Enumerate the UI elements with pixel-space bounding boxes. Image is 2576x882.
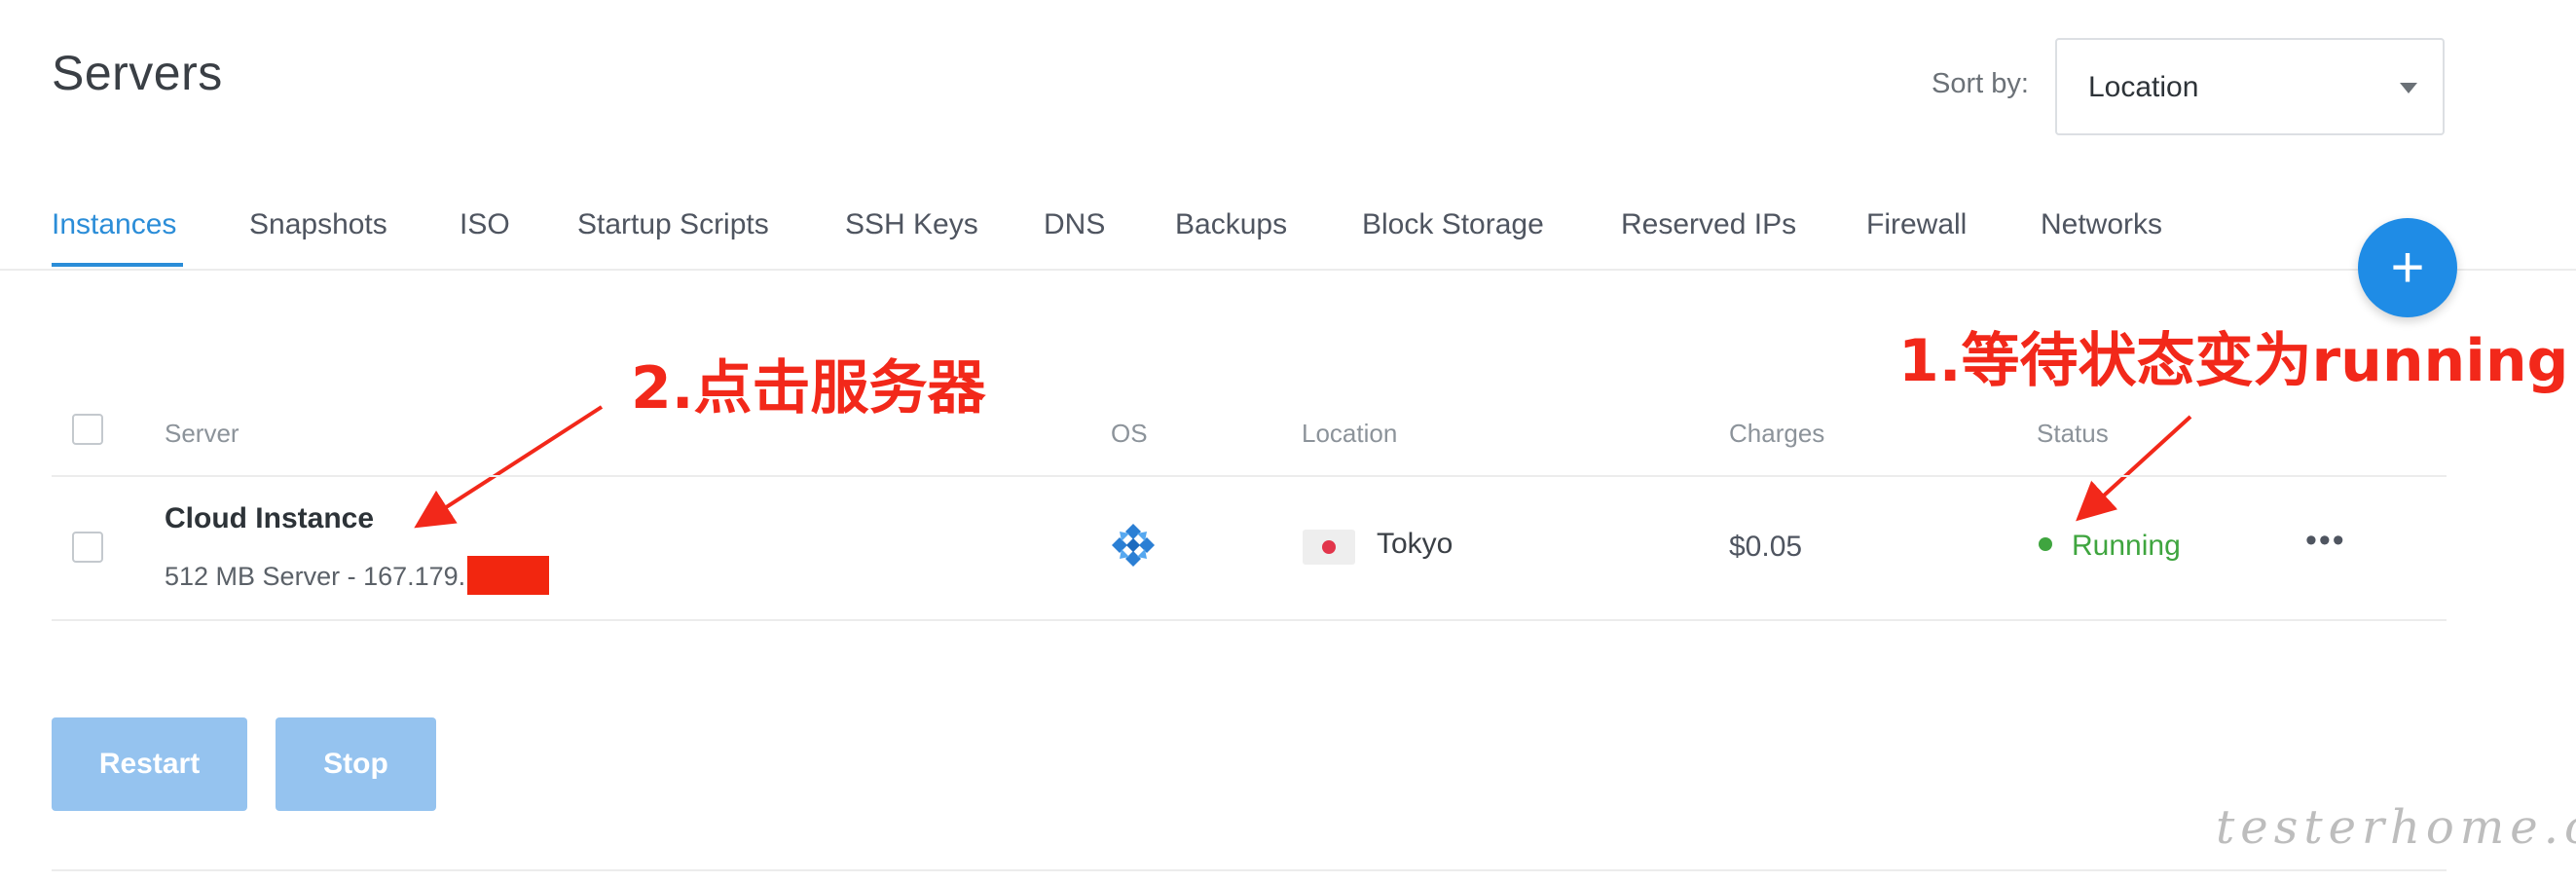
annotation-wait-running: 1.等待状态变为running [1898, 327, 2569, 395]
redaction-box [467, 556, 550, 595]
column-header-charges: Charges [1729, 419, 1825, 448]
sort-select[interactable]: Location [2055, 38, 2445, 135]
more-options-icon[interactable]: ••• [2305, 522, 2346, 560]
column-header-os: OS [1111, 419, 1148, 448]
tab-bar: Instances Snapshots ISO Startup Scripts … [0, 195, 2576, 269]
column-header-status: Status [2037, 419, 2109, 448]
tab-networks[interactable]: Networks [2041, 208, 2162, 241]
section-divider [52, 869, 2447, 871]
active-tab-indicator [52, 263, 183, 267]
stop-button[interactable]: Stop [276, 717, 436, 811]
restart-button[interactable]: Restart [52, 717, 247, 811]
row-divider [52, 619, 2447, 621]
add-server-button[interactable]: + [2358, 218, 2457, 317]
page-title: Servers [52, 46, 223, 100]
row-checkbox[interactable] [72, 532, 103, 563]
tab-block-storage[interactable]: Block Storage [1362, 208, 1544, 241]
os-logo-icon [1112, 524, 1155, 567]
chevron-down-icon [2400, 83, 2417, 93]
arrow-to-server [414, 405, 604, 529]
column-header-location: Location [1302, 419, 1398, 448]
sort-label: Sort by: [1932, 68, 2029, 99]
tabs-divider [0, 269, 2576, 271]
tab-snapshots[interactable]: Snapshots [249, 208, 387, 241]
column-header-server: Server [165, 419, 239, 448]
watermark: testerhome.com [2216, 800, 2576, 855]
server-charges: $0.05 [1729, 531, 1803, 563]
status-dot-icon [2039, 537, 2052, 551]
annotation-click-server: 2.点击服务器 [631, 354, 986, 423]
server-name-link[interactable]: Cloud Instance [165, 502, 374, 535]
tab-backups[interactable]: Backups [1175, 208, 1287, 241]
header-divider [52, 475, 2447, 477]
sort-selected-value: Location [2088, 71, 2199, 103]
tab-firewall[interactable]: Firewall [1866, 208, 1967, 241]
server-details: 512 MB Server - 167.179. [165, 556, 550, 598]
server-location: Tokyo [1377, 528, 1454, 560]
tab-reserved-ips[interactable]: Reserved IPs [1621, 208, 1796, 241]
tab-instances[interactable]: Instances [52, 208, 176, 241]
select-all-checkbox[interactable] [72, 414, 103, 445]
plus-icon: + [2390, 235, 2425, 300]
tab-ssh-keys[interactable]: SSH Keys [845, 208, 978, 241]
tab-dns[interactable]: DNS [1044, 208, 1105, 241]
server-status: Running [2072, 530, 2181, 562]
server-subtitle: 512 MB Server - 167.179. [165, 562, 466, 592]
flag-japan-icon [1303, 530, 1355, 565]
tab-startup-scripts[interactable]: Startup Scripts [577, 208, 769, 241]
tab-iso[interactable]: ISO [460, 208, 510, 241]
